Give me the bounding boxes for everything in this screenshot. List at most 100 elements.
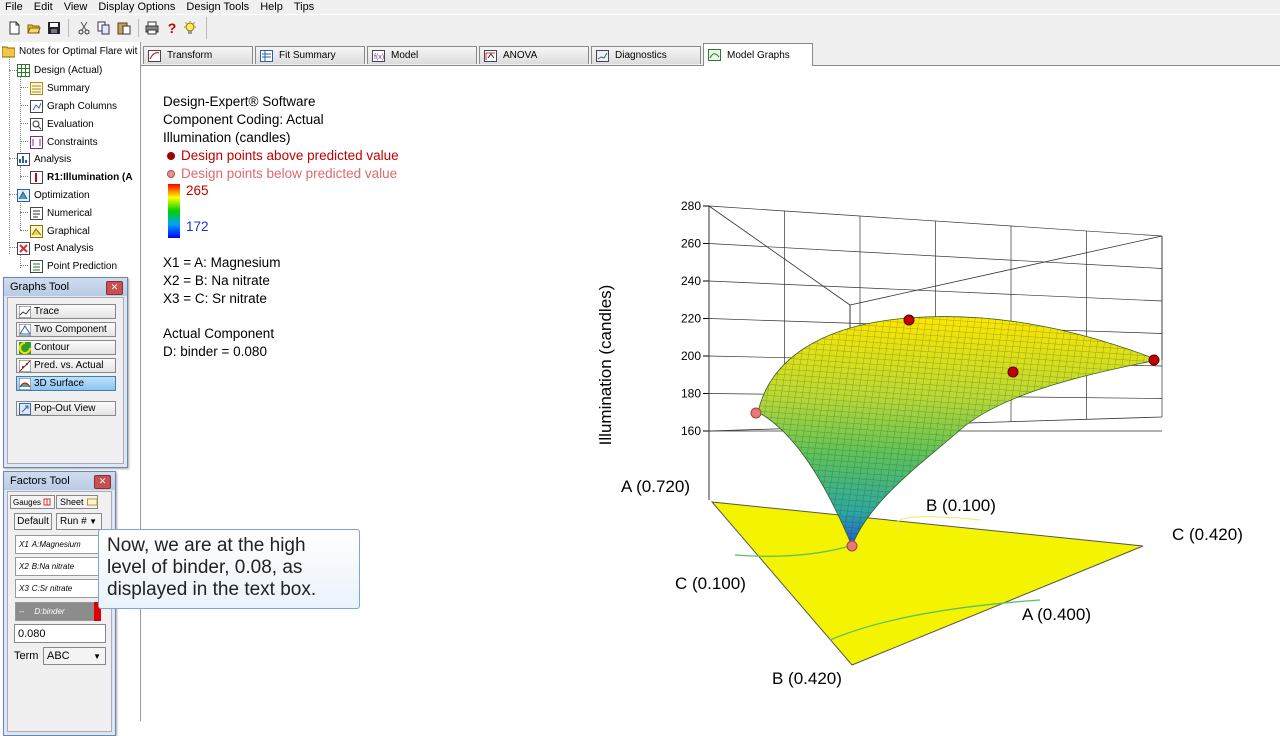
z-axis-title: Illumination (candles) bbox=[596, 285, 615, 446]
z-tick-label: 180 bbox=[681, 387, 701, 401]
close-icon[interactable]: ✕ bbox=[94, 475, 111, 489]
tree-design[interactable]: Design (Actual) bbox=[17, 62, 102, 78]
close-icon[interactable]: ✕ bbox=[106, 281, 123, 295]
model-icon: f(x) bbox=[372, 49, 385, 62]
pop-out-view-button[interactable]: Pop-Out View bbox=[16, 401, 116, 416]
vertex-label-b-low: B (0.100) bbox=[926, 496, 996, 515]
sheet-tab[interactable]: Sheet bbox=[56, 495, 98, 509]
mesh-line bbox=[758, 464, 1158, 496]
contour-button[interactable]: Contour bbox=[16, 340, 116, 355]
chevron-down-icon: ▼ bbox=[93, 651, 101, 661]
sheet-icon bbox=[86, 498, 97, 506]
tab-transform[interactable]: Transform bbox=[143, 46, 253, 64]
graphical-icon bbox=[30, 224, 43, 238]
transform-icon bbox=[148, 49, 161, 62]
design-point bbox=[1007, 366, 1019, 378]
tab-fit-summary[interactable]: Fit Summary bbox=[255, 46, 365, 64]
new-icon[interactable] bbox=[6, 20, 22, 36]
vertex-label-a-high: A (0.720) bbox=[621, 477, 690, 496]
pred-vs-actual-button[interactable]: Pred. vs. Actual bbox=[16, 358, 116, 373]
vertex-label-a-low: A (0.400) bbox=[1022, 605, 1091, 624]
tree-point-prediction[interactable]: Point Prediction bbox=[30, 258, 117, 274]
paste-icon[interactable] bbox=[116, 20, 132, 36]
menu-display-options[interactable]: Display Options bbox=[93, 0, 181, 14]
tip-icon[interactable] bbox=[182, 20, 198, 36]
box-edge bbox=[708, 205, 851, 306]
menu-view[interactable]: View bbox=[59, 0, 94, 14]
z-tick-label: 200 bbox=[681, 349, 701, 363]
vertex-label-b-high: B (0.420) bbox=[772, 669, 842, 688]
tree-graphical[interactable]: Graphical bbox=[30, 223, 90, 239]
3d-surface-button[interactable]: 3D Surface bbox=[16, 376, 116, 391]
z-tick-label: 240 bbox=[681, 274, 701, 288]
z-tick-label: 260 bbox=[681, 237, 701, 251]
tab-model[interactable]: f(x) Model bbox=[367, 46, 477, 64]
tab-model-graphs[interactable]: Model Graphs bbox=[703, 43, 813, 66]
default-button[interactable]: Default bbox=[14, 513, 52, 530]
cut-icon[interactable] bbox=[76, 20, 92, 36]
tree-r1-illumination[interactable]: R1:Illumination (A bbox=[30, 169, 133, 185]
tree-root[interactable]: Notes for Optimal Flare wit bbox=[2, 43, 137, 59]
post-analysis-icon bbox=[17, 241, 30, 255]
tree-optimization[interactable]: Optimization bbox=[17, 187, 90, 203]
navigation-tree: Notes for Optimal Flare wit Design (Actu… bbox=[0, 42, 140, 274]
binder-value-input[interactable]: 0.080 bbox=[14, 624, 106, 643]
tab-diagnostics[interactable]: Diagnostics bbox=[591, 46, 701, 64]
menu-file[interactable]: File bbox=[0, 0, 29, 14]
factor-x2-gauge[interactable]: X2 B:Na nitrate bbox=[15, 557, 101, 576]
point-prediction-icon bbox=[30, 259, 43, 273]
gauges-icon bbox=[43, 498, 51, 506]
evaluation-icon bbox=[30, 117, 43, 131]
tree-numerical[interactable]: Numerical bbox=[30, 205, 92, 221]
run-dropdown[interactable]: Run # ▼ bbox=[56, 513, 102, 530]
graphs-tool-body: Trace Two Component Contour Pred. vs. Ac… bbox=[7, 297, 124, 464]
help-icon[interactable]: ? bbox=[164, 20, 180, 36]
toolbar: ? bbox=[0, 15, 1280, 43]
gauges-tab[interactable]: Gauges bbox=[10, 495, 55, 509]
factor-x1-gauge[interactable]: X1 A:Magnesium bbox=[15, 535, 101, 554]
open-icon[interactable] bbox=[26, 20, 42, 36]
tree-graph-columns[interactable]: Graph Columns bbox=[30, 98, 117, 114]
two-component-icon bbox=[19, 323, 31, 336]
print-icon[interactable] bbox=[144, 20, 160, 36]
save-icon[interactable] bbox=[46, 20, 62, 36]
mesh-line bbox=[758, 448, 1158, 479]
model-graphs-icon bbox=[708, 49, 721, 61]
design-point bbox=[903, 314, 915, 326]
factors-tool-body: Gauges Sheet Default Run # ▼ X1 A:Magnes… bbox=[7, 491, 112, 732]
tab-anova[interactable]: ANOVA bbox=[479, 46, 589, 64]
model-graph-view: Design-Expert® Software Component Coding… bbox=[141, 66, 1280, 721]
menu-help[interactable]: Help bbox=[255, 0, 289, 14]
term-label: Term bbox=[14, 650, 39, 662]
tab-bar: Transform Fit Summary f(x) Model ANOVA D… bbox=[141, 42, 1280, 66]
copy-icon[interactable] bbox=[96, 20, 112, 36]
menu-edit[interactable]: Edit bbox=[29, 0, 59, 14]
menu-design-tools[interactable]: Design Tools bbox=[181, 0, 255, 14]
vertex-label-c-low: C (0.100) bbox=[675, 574, 746, 593]
factor-d-binder-gauge[interactable]: -- D:binder bbox=[15, 602, 101, 621]
design-grid-icon bbox=[17, 63, 30, 77]
tree-evaluation[interactable]: Evaluation bbox=[30, 116, 94, 132]
box-edge bbox=[849, 235, 1163, 306]
tree-analysis[interactable]: Analysis bbox=[17, 151, 71, 167]
optimization-icon bbox=[17, 188, 30, 202]
tree-post-analysis[interactable]: Post Analysis bbox=[17, 240, 93, 256]
design-point bbox=[846, 540, 858, 552]
chevron-down-icon: ▼ bbox=[89, 517, 97, 526]
analysis-icon bbox=[17, 152, 30, 166]
menu-bar: File Edit View Display Options Design To… bbox=[0, 0, 1280, 14]
tree-constraints[interactable]: Constraints bbox=[30, 134, 98, 150]
instruction-callout: Now, we are at the high level of binder,… bbox=[98, 529, 360, 609]
triangle-plane bbox=[710, 501, 1144, 666]
summary-icon bbox=[30, 81, 43, 95]
trace-button[interactable]: Trace bbox=[16, 304, 116, 319]
pop-out-icon bbox=[19, 402, 31, 415]
term-dropdown[interactable]: ABC ▼ bbox=[43, 647, 106, 665]
menu-tips[interactable]: Tips bbox=[289, 0, 320, 14]
factor-x3-gauge[interactable]: X3 C:Sr nitrate bbox=[15, 579, 101, 598]
numerical-icon bbox=[30, 206, 43, 220]
tree-summary[interactable]: Summary bbox=[30, 80, 90, 96]
left-pane: Notes for Optimal Flare wit Design (Actu… bbox=[0, 42, 141, 736]
two-component-button[interactable]: Two Component bbox=[16, 322, 116, 337]
mesh-line bbox=[1105, 316, 1147, 546]
